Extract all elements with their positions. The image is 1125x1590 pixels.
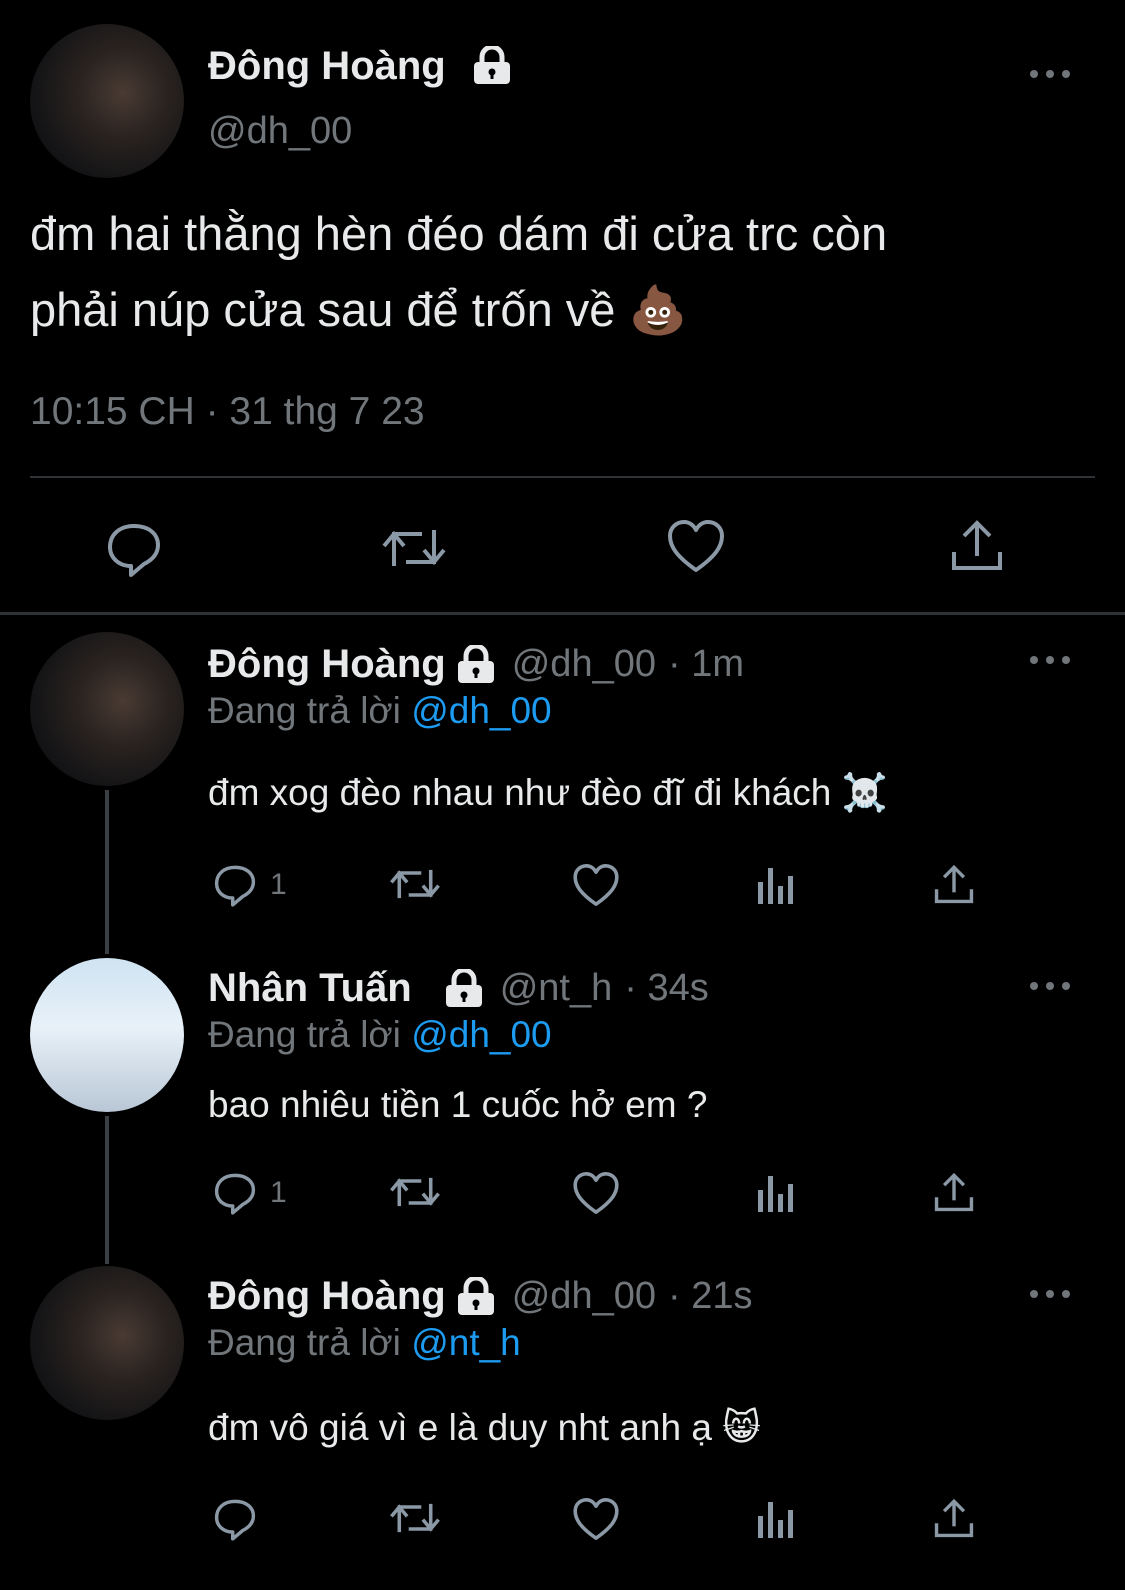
avatar[interactable] (30, 958, 184, 1112)
reply-time[interactable]: · 21s (668, 1275, 752, 1318)
reply-header: Đông Hoàng @dh_00 · 1m (208, 642, 744, 687)
like-icon[interactable] (572, 1170, 620, 1216)
author-handle[interactable]: @dh_00 (512, 1275, 656, 1318)
lock-icon (454, 1276, 498, 1317)
reply-icon[interactable] (212, 862, 258, 908)
reply-text: đm xog đèo nhau như đèo đĩ đi khách ☠️ (208, 772, 888, 813)
retweet-icon[interactable] (380, 520, 448, 576)
replying-to: Đang trả lời @dh_00 (208, 690, 552, 731)
mention-link[interactable]: @dh_00 (411, 1014, 551, 1055)
like-icon[interactable] (572, 862, 620, 908)
lock-icon (454, 644, 498, 685)
reply-text: bao nhiêu tiền 1 cuốc hở em ? (208, 1084, 708, 1125)
reply-icon[interactable] (212, 1496, 258, 1542)
author-handle[interactable]: @nt_h (500, 967, 613, 1010)
retweet-icon[interactable] (388, 1170, 442, 1214)
emoji: 💩 (628, 283, 688, 336)
avatar[interactable] (30, 1266, 184, 1420)
like-icon[interactable] (666, 518, 726, 574)
author-name[interactable]: Đông Hoàng (208, 642, 446, 687)
author-name[interactable]: Đông Hoàng (208, 44, 446, 89)
more-options-icon[interactable] (1030, 980, 1070, 992)
replying-to: Đang trả lời @nt_h (208, 1322, 521, 1363)
more-options-icon[interactable] (1030, 68, 1070, 80)
retweet-icon[interactable] (388, 1496, 442, 1540)
reply-header: Nhân Tuấn @nt_h · 34s (208, 966, 709, 1011)
author-name[interactable]: Đông Hoàng (208, 1274, 446, 1319)
reply-time[interactable]: · 34s (624, 967, 708, 1010)
analytics-icon[interactable] (756, 864, 796, 906)
share-icon[interactable] (932, 1170, 976, 1214)
reply-count: 1 (270, 1176, 287, 1209)
avatar[interactable] (30, 24, 184, 178)
share-icon[interactable] (932, 862, 976, 906)
analytics-icon[interactable] (756, 1172, 796, 1214)
like-icon[interactable] (572, 1496, 620, 1542)
emoji: ☠️ (841, 772, 888, 813)
more-options-icon[interactable] (1030, 654, 1070, 666)
retweet-icon[interactable] (388, 862, 442, 906)
reply-count: 1 (270, 868, 287, 901)
reply-icon[interactable] (104, 520, 164, 578)
author-handle[interactable]: @dh_00 (208, 110, 352, 153)
author-name[interactable]: Nhân Tuấn (208, 966, 412, 1011)
lock-icon (442, 968, 486, 1009)
tweet-timestamp[interactable]: 10:15 CH · 31 thg 7 23 (30, 390, 425, 434)
emoji: 😸 (722, 1407, 761, 1448)
share-icon[interactable] (932, 1496, 976, 1540)
mention-link[interactable]: @nt_h (411, 1322, 521, 1363)
avatar[interactable] (30, 632, 184, 786)
reply-icon[interactable] (212, 1170, 258, 1216)
tweet-text: đm hai thằng hèn đéo dám đi cửa trc còn … (30, 207, 888, 336)
analytics-icon[interactable] (756, 1498, 796, 1540)
lock-icon (470, 46, 514, 86)
divider (30, 476, 1095, 478)
thread-line (105, 790, 109, 954)
reply-time[interactable]: · 1m (668, 643, 744, 686)
author-handle[interactable]: @dh_00 (512, 643, 656, 686)
mention-link[interactable]: @dh_00 (411, 690, 551, 731)
more-options-icon[interactable] (1030, 1288, 1070, 1300)
share-icon[interactable] (948, 516, 1006, 574)
section-divider (0, 612, 1125, 615)
thread-line (105, 1116, 109, 1264)
replying-to: Đang trả lời @dh_00 (208, 1014, 552, 1055)
reply-text: đm vô giá vì e là duy nht anh ạ 😸 (208, 1407, 761, 1448)
reply-header: Đông Hoàng @dh_00 · 21s (208, 1274, 752, 1319)
